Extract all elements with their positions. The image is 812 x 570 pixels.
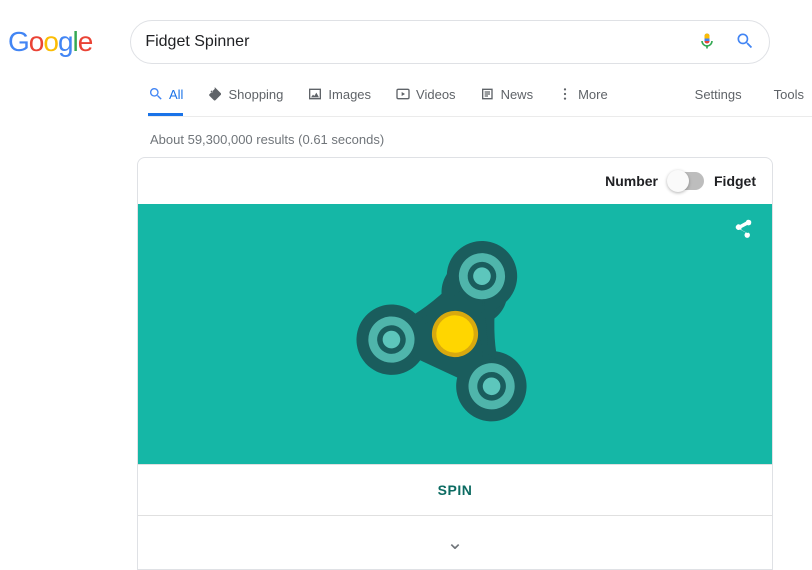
tab-label: All (169, 87, 183, 102)
tab-label: Shopping (228, 87, 283, 102)
toggle-label-number: Number (605, 173, 658, 189)
toggle-knob (667, 170, 689, 192)
search-input[interactable] (145, 33, 697, 51)
spinner-canvas[interactable] (138, 204, 772, 464)
search-bar[interactable] (130, 20, 770, 64)
tab-more[interactable]: More (557, 86, 608, 116)
tab-videos[interactable]: Videos (395, 86, 456, 116)
google-logo[interactable]: Google (6, 26, 92, 58)
search-icon[interactable] (735, 31, 755, 54)
fidget-spinner-card: Number Fidget (137, 157, 773, 570)
share-icon[interactable] (732, 218, 754, 243)
spin-label: SPIN (438, 482, 473, 498)
toggle-label-fidget: Fidget (714, 173, 756, 189)
tab-news[interactable]: News (480, 86, 534, 116)
results-stats: About 59,300,000 results (0.61 seconds) (150, 132, 812, 147)
fidget-spinner-graphic (345, 224, 565, 444)
search-tabs: All Shopping Images Videos News More Set… (148, 86, 812, 117)
spin-button[interactable]: SPIN (138, 464, 772, 515)
tab-settings[interactable]: Settings (695, 87, 750, 116)
tab-label: News (501, 87, 534, 102)
tab-label: Tools (774, 87, 804, 102)
tab-shopping[interactable]: Shopping (207, 86, 283, 116)
voice-search-icon[interactable] (697, 31, 717, 54)
tab-label: Images (328, 87, 371, 102)
tab-all[interactable]: All (148, 86, 183, 116)
expand-button[interactable]: ⌄ (138, 515, 772, 569)
chevron-down-icon: ⌄ (447, 532, 464, 554)
tab-label: More (578, 87, 608, 102)
tab-label: Settings (695, 87, 742, 102)
tab-label: Videos (416, 87, 456, 102)
mode-toggle[interactable] (668, 172, 704, 190)
tab-tools[interactable]: Tools (774, 87, 812, 116)
tab-images[interactable]: Images (307, 86, 371, 116)
